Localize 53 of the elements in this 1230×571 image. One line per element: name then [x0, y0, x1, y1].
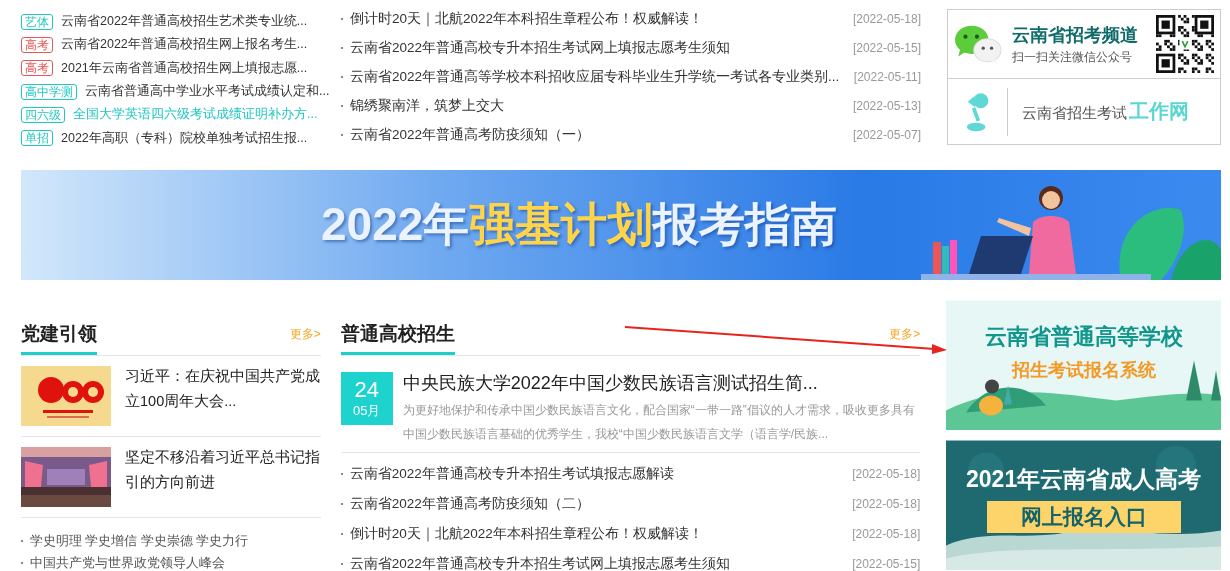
news-link[interactable]: 倒计时20天｜北航2022年本科招生章程公布！权威解读！	[350, 9, 853, 28]
news-date: [2022-05-13]	[852, 98, 921, 113]
wechat-card[interactable]: 云南省招考频道 扫一扫关注微信公众号	[948, 10, 1220, 79]
news-link[interactable]: 云南省2022年普通高考防疫须知（一）	[350, 125, 853, 144]
news-summary: 为更好地保护和传承中国少数民族语言文化，配合国家“一带一路”倡议的人才需求，吸收更多具有中国少数民族语言基础的优秀学生，我校“中国少数民族语言文学（语言学/民族...	[402, 402, 916, 443]
news-link[interactable]: 云南省2022年普通高考防疫须知（二）	[349, 495, 853, 513]
news-date: [2022-05-18]	[852, 467, 921, 481]
chat-bubbles-icon	[954, 23, 1002, 65]
banner-heading: 报考指南	[653, 197, 838, 252]
card-subtitle: 扫一扫关注微信公众号	[1012, 48, 1133, 66]
news-link[interactable]: 习近平：在庆祝中国共产党成立100周年大会...	[125, 364, 321, 426]
card-title: 云南省招生考试	[1022, 104, 1127, 123]
news-link[interactable]: 云南省2022年普通高校专升本招生考试网上填报志愿考生须知	[350, 38, 853, 57]
news-date: [2022-05-18]	[852, 527, 921, 541]
qr-code-icon	[1156, 15, 1214, 73]
card-title: 云南省招考频道	[1012, 23, 1139, 47]
news-link[interactable]: 云南省2022年普通高校招生艺术类专业统...	[61, 13, 308, 31]
category-tag: 四六级	[21, 106, 65, 123]
banner-subheading: 招生考试报名系统	[1011, 359, 1156, 382]
section-title: 党建引领	[21, 323, 97, 355]
headline-link[interactable]: 中央民族大学2022年中国少数民族语言测试招生简...	[402, 372, 921, 394]
banner-subheading: 网上报名入口	[986, 501, 1181, 533]
news-link[interactable]: 2022年高职（专科）院校单独考试招生报...	[61, 129, 308, 147]
work-site-card[interactable]: 云南省招生考试工作网	[948, 79, 1220, 144]
promo-banner[interactable]: 2021年云南省成人高考 网上报名入口	[946, 440, 1221, 570]
section-title: 普通高校招生	[340, 323, 455, 355]
news-link[interactable]: 锦绣聚南洋，筑梦上交大	[350, 96, 853, 115]
news-link[interactable]: 2021年云南省普通高校招生网上填报志愿...	[61, 59, 308, 77]
news-link[interactable]: 云南省2022年普通高等学校本科招收应届专科毕业生升学统一考试各专业类别...	[350, 67, 854, 86]
news-link[interactable]: 云南省普通高中学业水平考试成绩认定和...	[85, 83, 330, 101]
category-tag: 高考	[21, 60, 53, 77]
news-date: [2022-05-07]	[852, 127, 921, 142]
banner-heading: 2021年云南省成人高考	[966, 465, 1202, 494]
news-date: [2022-05-15]	[852, 557, 921, 571]
news-link[interactable]: 云南省2022年普通高校专升本招生考试网上填报志愿考生须知	[349, 555, 853, 571]
news-link[interactable]: 云南省2022年普通高校招生网上报名考生...	[61, 36, 308, 54]
category-tag: 高中学测	[21, 83, 77, 100]
news-date: [2022-05-18]	[852, 11, 921, 26]
banner-heading: 2022年	[321, 197, 470, 252]
news-date: [2022-05-18]	[852, 497, 921, 511]
news-date: [2022-05-15]	[852, 40, 921, 55]
news-link[interactable]: 云南省2022年普通高校专升本招生考试填报志愿解读	[349, 465, 853, 483]
news-link[interactable]: 中国共产党与世界政党领导人峰会	[30, 554, 225, 571]
banner-heading: 云南省普通高等学校	[984, 323, 1183, 351]
category-tag: 单招	[21, 130, 53, 147]
news-date: [2022-05-11]	[853, 69, 921, 84]
date-badge: 24 05月	[340, 372, 393, 425]
news-link[interactable]: 坚定不移沿着习近平总书记指引的方向前进	[125, 445, 321, 507]
news-link[interactable]: 学史明理 学史增信 学史崇德 学史力行	[30, 532, 249, 550]
category-tag: 艺体	[21, 13, 53, 30]
news-link[interactable]: 倒计时20天｜北航2022年本科招生章程公布！权威解读！	[349, 525, 853, 543]
card-title-highlight: 工作网	[1129, 99, 1189, 124]
category-tag: 高考	[21, 37, 53, 53]
